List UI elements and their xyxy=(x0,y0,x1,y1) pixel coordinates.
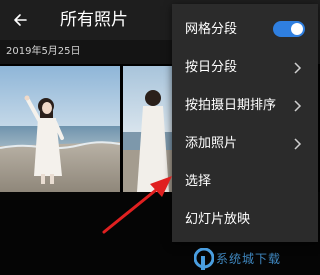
menu-item-label: 按拍摄日期排序 xyxy=(185,98,277,113)
menu-item-label: 选择 xyxy=(185,174,212,189)
chevron-right-icon xyxy=(294,100,302,112)
grid-segment-toggle[interactable] xyxy=(273,21,305,37)
beach-photo-image xyxy=(0,66,120,192)
menu-item-label: 网格分段 xyxy=(185,22,238,37)
menu-item-label: 添加照片 xyxy=(185,136,238,151)
date-label: 2019年5月25日 xyxy=(6,46,81,57)
watermark-logo-icon xyxy=(194,248,214,270)
menu-item-sort-by-date[interactable]: 按拍摄日期排序 xyxy=(172,88,318,124)
menu-item-by-day[interactable]: 按日分段 xyxy=(172,50,318,86)
menu-item-label: 按日分段 xyxy=(185,60,238,75)
menu-item-grid-segment[interactable]: 网格分段 xyxy=(172,12,318,48)
menu-item-slideshow[interactable]: 幻灯片放映 xyxy=(172,202,318,238)
watermark-text: 系统城下载 xyxy=(216,252,282,266)
back-button[interactable] xyxy=(6,6,34,34)
chevron-right-icon xyxy=(294,62,302,74)
beach-woman-photo[interactable] xyxy=(0,66,120,192)
menu-item-add-photos[interactable]: 添加照片 xyxy=(172,126,318,162)
watermark: 系统城下载 xyxy=(194,246,314,272)
back-arrow-icon xyxy=(14,14,27,26)
chevron-right-icon xyxy=(294,138,302,150)
toggle-knob xyxy=(291,23,303,35)
options-menu: 网格分段 按日分段 按拍摄日期排序 添加照片 选择 幻灯片放映 xyxy=(172,4,318,242)
menu-item-label: 幻灯片放映 xyxy=(185,212,251,227)
menu-item-select[interactable]: 选择 xyxy=(172,164,318,200)
page-title: 所有照片 xyxy=(60,10,128,30)
